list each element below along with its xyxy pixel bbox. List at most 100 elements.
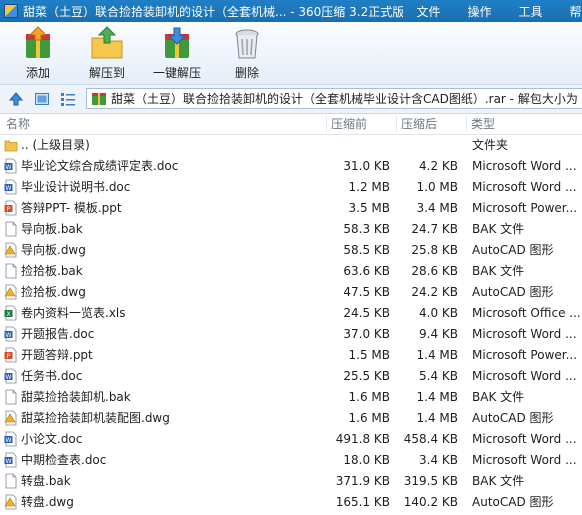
unpacked-size: 4.2 KB [419,159,458,173]
powerpoint-file-icon: P [4,347,20,364]
add-button[interactable]: 添加 [18,26,58,82]
file-row[interactable]: 甜菜捡拾装卸机装配图.dwg 1.6 MB 1.4 MB AutoCAD 图形 [0,408,582,429]
svg-text:W: W [6,332,12,339]
menu-file[interactable]: 文件 [403,3,454,20]
file-type: BAK 文件 [472,474,525,488]
unpacked-size: 1.4 MB [416,390,458,404]
file-row[interactable]: 转盘.dwg 165.1 KB 140.2 KB AutoCAD 图形 [0,492,582,513]
unpacked-size: 3.4 MB [416,201,458,215]
file-row[interactable]: W 毕业论文综合成绩评定表.doc 31.0 KB 4.2 KB Microso… [0,156,582,177]
packed-size: 24.5 KB [343,306,390,320]
file-list: .. (上级目录) 文件夹 W 毕业论文综合成绩评定表.doc 31.0 KB … [0,135,582,515]
delete-button[interactable]: 删除 [229,26,265,82]
file-row[interactable]: W 中期检查表.doc 18.0 KB 3.4 KB Microsoft Wor… [0,450,582,471]
file-name: 捡拾板.dwg [21,285,86,299]
title-bar: 甜菜（土豆）联合捡拾装卸机的设计（全套机械... - 360压缩 3.2正式版 … [0,0,582,22]
file-name: .. (上级目录) [21,138,90,152]
menu-tools[interactable]: 工具 [505,3,556,20]
column-divider[interactable] [326,116,327,132]
excel-file-icon: X [4,305,20,322]
packed-size: 1.6 MB [348,411,390,425]
file-row[interactable]: 转盘.bak 371.9 KB 319.5 KB BAK 文件 [0,471,582,492]
packed-size: 165.1 KB [335,495,390,509]
add-button-label: 添加 [25,66,50,80]
file-row[interactable]: P 开题答辩.ppt 1.5 MB 1.4 MB Microsoft Power… [0,345,582,366]
packed-size: 491.8 KB [335,432,390,446]
extract-to-icon [91,26,123,59]
file-row[interactable]: 捡拾板.dwg 47.5 KB 24.2 KB AutoCAD 图形 [0,282,582,303]
up-arrow-icon[interactable] [8,91,24,107]
autocad-file-icon [4,410,20,427]
archive-icon [92,92,106,105]
file-row[interactable]: X 卷内资料一览表.xls 24.5 KB 4.0 KB Microsoft O… [0,303,582,324]
column-header: 名称 压缩前 压缩后 类型 [0,114,582,135]
column-packed-size[interactable]: 压缩前 [331,114,367,134]
powerpoint-file-icon: P [4,200,20,217]
file-row[interactable]: 甜菜捡拾装卸机.bak 1.6 MB 1.4 MB BAK 文件 [0,387,582,408]
svg-text:W: W [6,458,12,465]
unpacked-size: 24.2 KB [411,285,458,299]
packed-size: 31.0 KB [343,159,390,173]
packed-size: 371.9 KB [335,474,390,488]
packed-size: 58.3 KB [343,222,390,236]
svg-text:P: P [7,206,11,213]
file-row[interactable]: P 答辩PPT- 模板.ppt 3.5 MB 3.4 MB Microsoft … [0,198,582,219]
extract-to-button-label: 解压到 [88,66,125,80]
file-row[interactable]: 导向板.dwg 58.5 KB 25.8 KB AutoCAD 图形 [0,240,582,261]
column-type[interactable]: 类型 [471,114,495,134]
extract-to-button[interactable]: 解压到 [84,26,130,82]
unpacked-size: 1.4 MB [416,348,458,362]
toolbar: 添加 解压到 一键解压 删除 [0,22,582,85]
file-name: 卷内资料一览表.xls [21,306,126,320]
file-type: AutoCAD 图形 [472,285,554,299]
word-file-icon: W [4,431,20,448]
file-name: 毕业论文综合成绩评定表.doc [21,159,179,173]
packed-size: 18.0 KB [343,453,390,467]
svg-text:W: W [6,164,12,171]
file-name: 中期检查表.doc [21,453,107,467]
unpacked-size: 140.2 KB [403,495,458,509]
svg-text:W: W [6,185,12,192]
column-name[interactable]: 名称 [6,114,30,134]
file-type: BAK 文件 [472,390,525,404]
unpacked-size: 25.8 KB [411,243,458,257]
file-name: 捡拾板.bak [21,264,83,278]
menu-operation[interactable]: 操作 [454,3,505,20]
file-name: 小论文.doc [21,432,83,446]
file-name: 转盘.dwg [21,495,74,509]
packed-size [330,135,390,156]
one-click-extract-button[interactable]: 一键解压 [150,26,204,82]
archive-path: 甜菜（土豆）联合捡拾装卸机的设计（全套机械毕业设计含CAD图纸）.rar - 解… [111,92,578,106]
unpacked-size: 3.4 KB [419,453,458,467]
file-type: AutoCAD 图形 [472,495,554,509]
column-divider[interactable] [396,116,397,132]
svg-text:X: X [6,311,10,318]
unpacked-size: 458.4 KB [403,432,458,446]
column-unpacked-size[interactable]: 压缩后 [401,114,437,134]
file-row[interactable]: W 毕业设计说明书.doc 1.2 MB 1.0 MB Microsoft Wo… [0,177,582,198]
word-file-icon: W [4,326,20,343]
file-row[interactable]: 捡拾板.bak 63.6 KB 28.6 KB BAK 文件 [0,261,582,282]
generic-file-icon [4,221,20,238]
delete-trash-icon [235,29,259,59]
list-view-icon[interactable] [60,91,76,107]
thumbnail-view-icon[interactable] [34,91,50,107]
window-title: 甜菜（土豆）联合捡拾装卸机的设计（全套机械... - 360压缩 3.2正式版 [23,4,403,19]
autocad-file-icon [4,284,20,301]
column-divider[interactable] [466,116,467,132]
file-row[interactable]: 导向板.bak 58.3 KB 24.7 KB BAK 文件 [0,219,582,240]
packed-size: 1.2 MB [348,180,390,194]
unpacked-size: 4.0 KB [419,306,458,320]
one-click-extract-icon [165,27,189,58]
path-field[interactable]: 甜菜（土豆）联合捡拾装卸机的设计（全套机械毕业设计含CAD图纸）.rar - 解… [86,88,582,109]
menu-help[interactable]: 帮助 [556,3,582,20]
file-row[interactable]: W 任务书.doc 25.5 KB 5.4 KB Microsoft Word … [0,366,582,387]
file-name: 开题答辩.ppt [21,348,93,362]
parent-directory-row[interactable]: .. (上级目录) 文件夹 [0,135,582,156]
delete-button-label: 删除 [234,66,259,80]
file-row[interactable]: W 开题报告.doc 37.0 KB 9.4 KB Microsoft Word… [0,324,582,345]
menu-bar: 文件 操作 工具 帮助 [403,3,582,20]
add-archive-icon [26,26,50,58]
file-name: 毕业设计说明书.doc [21,180,131,194]
file-row[interactable]: W 小论文.doc 491.8 KB 458.4 KB Microsoft Wo… [0,429,582,450]
